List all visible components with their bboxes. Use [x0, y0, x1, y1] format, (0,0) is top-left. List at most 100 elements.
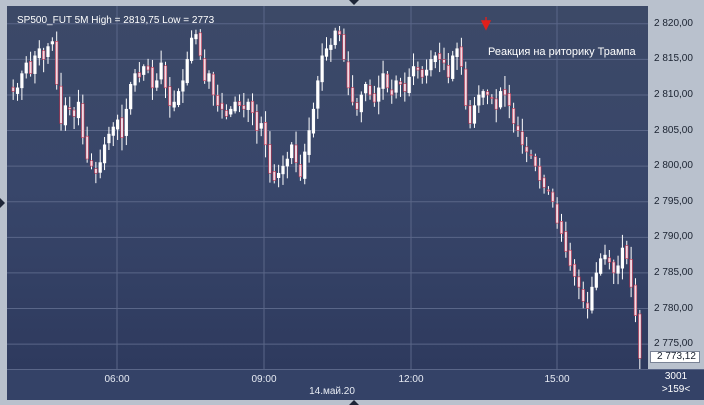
candle [416, 61, 420, 79]
candle-body [507, 93, 511, 106]
candle-body [324, 48, 329, 57]
candle [120, 104, 124, 151]
candle [216, 84, 220, 112]
candle [572, 259, 577, 286]
candle-body [89, 160, 94, 167]
candle-body [20, 73, 24, 89]
candle-body [185, 59, 189, 84]
candle [507, 84, 511, 119]
candle-body [42, 50, 46, 60]
candle [638, 309, 642, 369]
candle-body [46, 46, 50, 58]
chart-window: SP500_FUT 5M High = 2819,75 Low = 2773 Р… [0, 0, 704, 405]
price-tick-label: 2 815,00 [654, 53, 693, 65]
candle-body [351, 87, 355, 103]
candle [359, 91, 363, 123]
candle-body [15, 87, 20, 94]
candle [464, 61, 468, 110]
candle-body [81, 103, 85, 138]
candle [516, 116, 520, 137]
candle-body [285, 158, 289, 167]
candle-body [329, 44, 333, 50]
candle [50, 37, 54, 51]
corner-info[interactable]: 3001 >159< [648, 369, 704, 400]
candle [368, 79, 372, 100]
candle-body [294, 144, 298, 163]
candle [407, 68, 411, 97]
candle-body [381, 73, 385, 89]
scroll-marker-bottom-icon[interactable] [349, 400, 359, 405]
candle-body [438, 53, 442, 60]
candle [546, 186, 551, 195]
candle-body [424, 69, 429, 76]
candle-body [612, 261, 616, 274]
candle [42, 47, 46, 73]
candle [185, 51, 189, 86]
candle [603, 244, 607, 265]
last-price-label: 2 773,12 [650, 351, 700, 364]
candle-body [307, 130, 311, 155]
candle-body [277, 172, 281, 178]
candle-body [629, 259, 633, 288]
price-axis[interactable]: 2 773,12 2 820,00 2 815,00 2 810,00 2 805,0… [648, 6, 704, 369]
candle [37, 40, 41, 66]
price-tick-label: 2 810,00 [654, 88, 693, 100]
candle [15, 82, 20, 101]
candle [438, 42, 442, 73]
candle [168, 77, 172, 118]
candle [237, 94, 242, 113]
candle [28, 51, 33, 77]
candle [455, 42, 459, 70]
candle-body [133, 73, 137, 86]
time-axis[interactable]: 14.май.20 06:00 09:00 12:00 15:00 [7, 369, 648, 400]
candle-body [498, 91, 503, 108]
candle-body [59, 85, 63, 124]
candle-body [137, 72, 141, 78]
candle [303, 143, 307, 185]
date-label: 14.май.20 [309, 386, 355, 397]
scroll-marker-top-icon[interactable] [349, 0, 359, 5]
candle-body [512, 108, 516, 124]
candle [298, 154, 302, 181]
candle [355, 97, 359, 116]
candle-body [172, 101, 176, 108]
candle [377, 75, 381, 115]
candle [102, 137, 107, 171]
candle [468, 100, 472, 129]
candle [512, 102, 516, 133]
candle-body [390, 89, 394, 96]
candle-body [372, 93, 376, 103]
candle [259, 116, 263, 137]
candle-body [72, 109, 76, 117]
candle-body [50, 41, 54, 45]
candle-body [494, 98, 498, 110]
candle [616, 255, 620, 285]
candle-body [259, 123, 263, 129]
candle [364, 81, 368, 102]
candle [281, 155, 285, 185]
candle-body [625, 245, 629, 259]
candle [633, 278, 638, 323]
candle [533, 153, 537, 172]
candle [250, 93, 255, 126]
scroll-indicator[interactable]: >159< [648, 383, 704, 396]
candle-body [529, 154, 533, 156]
candle [599, 253, 603, 276]
price-tick-label: 2 775,00 [654, 338, 693, 350]
candle-body [281, 165, 285, 175]
time-tick-label: 15:00 [544, 374, 570, 385]
candle-body [385, 73, 390, 89]
plot-area[interactable]: SP500_FUT 5M High = 2819,75 Low = 2773 Р… [7, 6, 648, 369]
candle-body [76, 101, 81, 119]
candle-body [603, 254, 607, 260]
scroll-marker-left-icon[interactable] [0, 198, 5, 208]
candle [163, 61, 168, 99]
candle-body [559, 220, 564, 235]
candle [172, 90, 176, 112]
candle [189, 30, 194, 64]
candle [229, 106, 233, 118]
candle-body [433, 55, 437, 63]
candle [63, 97, 68, 131]
candle [585, 291, 590, 319]
candle-body [607, 257, 611, 263]
